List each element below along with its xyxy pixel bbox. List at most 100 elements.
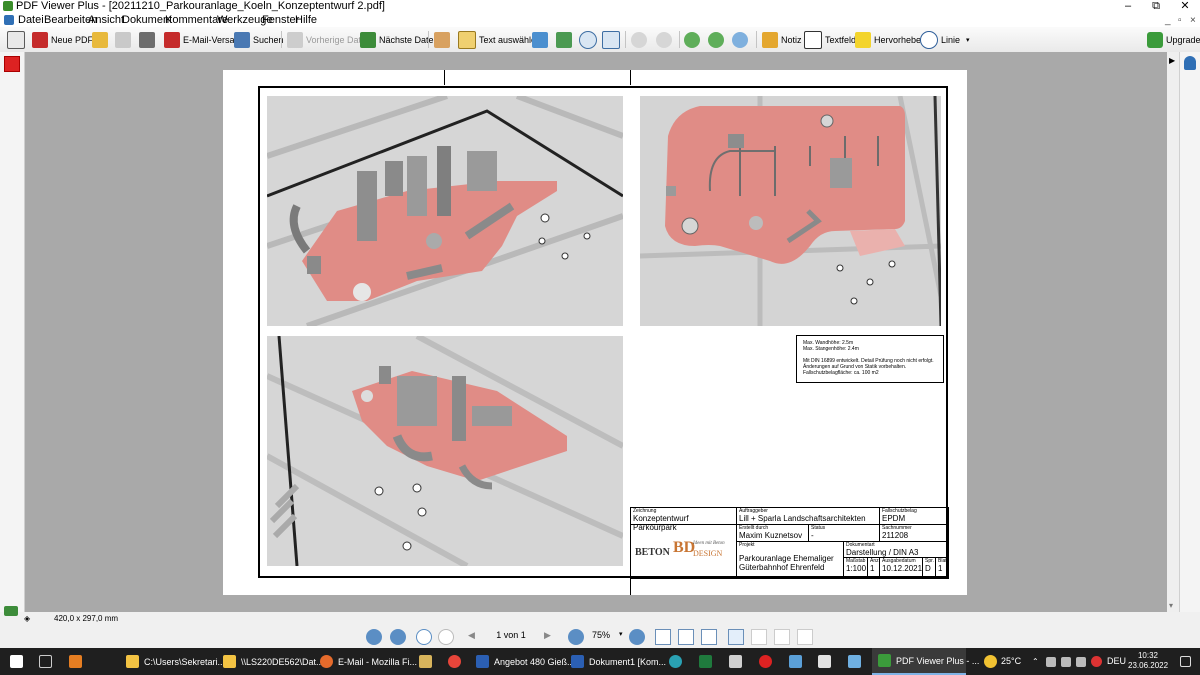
network-icon[interactable] bbox=[1046, 657, 1056, 667]
notifications-icon[interactable] bbox=[1180, 656, 1191, 667]
next-page-icon[interactable]: ▶ bbox=[544, 630, 551, 641]
vertical-scrollbar[interactable]: ▶ ▾ bbox=[1167, 52, 1179, 612]
prev-file-button[interactable]: Vorherige Datei bbox=[287, 30, 368, 49]
zoom-dropdown-icon[interactable]: ▾ bbox=[619, 630, 623, 638]
email-button[interactable]: E-Mail-Versand bbox=[164, 30, 245, 49]
thumbnails-icon[interactable] bbox=[4, 56, 20, 72]
taskbar-explorer-1[interactable]: C:\Users\Sekretari... bbox=[126, 648, 225, 675]
task-view-icon[interactable] bbox=[39, 655, 52, 668]
search-icon bbox=[234, 31, 250, 48]
prev-page-icon[interactable]: ◀ bbox=[468, 630, 475, 641]
redo-button[interactable] bbox=[656, 30, 675, 49]
hand-tool-button[interactable] bbox=[434, 30, 453, 49]
zoom-out-button[interactable] bbox=[708, 30, 727, 49]
start-icon[interactable] bbox=[10, 655, 23, 668]
zoom-in-nav-icon[interactable] bbox=[629, 629, 645, 645]
chevron-up-icon[interactable]: ⌃ bbox=[1032, 648, 1039, 675]
rotate-left-icon[interactable] bbox=[366, 629, 382, 645]
layers-button[interactable] bbox=[532, 30, 551, 49]
input-language[interactable]: DEU bbox=[1107, 648, 1126, 675]
next-file-button[interactable]: Nächste Datei bbox=[360, 30, 436, 49]
taskbar-explorer-2[interactable]: \\LS220DE562\Dat... bbox=[223, 648, 324, 675]
app-pinned-icon[interactable] bbox=[789, 655, 802, 668]
line-button[interactable]: Linie ▾ bbox=[920, 30, 970, 49]
page-indicator[interactable]: 1 von 1 bbox=[486, 630, 536, 640]
hand-icon bbox=[434, 31, 450, 48]
doc-close-icon[interactable]: × bbox=[1190, 14, 1196, 28]
two-page-icon[interactable] bbox=[774, 629, 790, 645]
minimize-button[interactable]: – bbox=[1118, 0, 1138, 13]
excel-icon[interactable] bbox=[699, 655, 712, 668]
settings-icon[interactable]: ◈ bbox=[24, 612, 30, 626]
menu-ansicht[interactable]: Ansicht bbox=[88, 13, 124, 27]
zoom-out-nav-icon[interactable] bbox=[568, 629, 584, 645]
zoom-select[interactable]: 75% bbox=[592, 630, 610, 640]
edge-icon[interactable] bbox=[669, 655, 682, 668]
single-page-icon[interactable] bbox=[728, 629, 744, 645]
clock[interactable]: 10:32 23.06.2022 bbox=[1128, 651, 1168, 671]
upgrade-button[interactable]: Upgrade bbox=[1147, 30, 1200, 49]
taskbar-word-dokument[interactable]: Dokument1 [Kom... bbox=[571, 648, 666, 675]
scroll-right-icon[interactable]: ▶ bbox=[1169, 56, 1175, 65]
textfield-button[interactable]: Textfeld bbox=[804, 30, 856, 49]
doc-minimize-icon[interactable]: _ bbox=[1165, 14, 1171, 28]
app-pinned-icon[interactable] bbox=[818, 655, 831, 668]
select-text-button[interactable]: Text auswählen bbox=[458, 30, 541, 49]
monitor-icon[interactable] bbox=[1061, 657, 1071, 667]
app-pinned-icon[interactable] bbox=[848, 655, 861, 668]
taskbar-pdf-viewer[interactable]: PDF Viewer Plus - ... bbox=[872, 648, 979, 675]
search-button[interactable]: Suchen bbox=[234, 30, 284, 49]
app-pinned-icon[interactable] bbox=[69, 655, 82, 668]
document-menu-icon[interactable] bbox=[4, 15, 14, 25]
cell-zeichnung: Zeichnung Konzeptentwurf Parkourpark bbox=[631, 508, 737, 532]
taskbar-thunderbird[interactable]: E-Mail - Mozilla Fi... bbox=[320, 648, 417, 675]
highlight-button[interactable]: Hervorheben bbox=[855, 30, 926, 49]
scroll-down-icon[interactable]: ▾ bbox=[1169, 601, 1173, 610]
fit-width-icon[interactable] bbox=[678, 629, 694, 645]
chrome-icon[interactable] bbox=[448, 655, 461, 668]
pdf-viewer-icon bbox=[878, 654, 891, 667]
weather-icon[interactable] bbox=[984, 655, 997, 668]
menu-hilfe[interactable]: Hilfe bbox=[295, 13, 317, 27]
undo-button[interactable] bbox=[631, 30, 650, 49]
open-button[interactable] bbox=[92, 30, 111, 49]
app-pinned-icon[interactable] bbox=[729, 655, 742, 668]
back-icon[interactable] bbox=[416, 629, 432, 645]
folder-icon bbox=[126, 655, 139, 668]
upgrade-icon bbox=[1147, 31, 1163, 48]
maximize-button[interactable]: ⧉ bbox=[1146, 0, 1166, 13]
actual-size-icon[interactable] bbox=[655, 629, 671, 645]
zoom-button[interactable] bbox=[732, 30, 751, 49]
image-button[interactable] bbox=[556, 30, 575, 49]
menu-datei[interactable]: Datei bbox=[18, 13, 44, 27]
menu-fenster[interactable]: Fenster bbox=[262, 13, 299, 27]
print-button[interactable] bbox=[139, 30, 158, 49]
close-button[interactable]: ✕ bbox=[1175, 0, 1195, 13]
forward-icon[interactable] bbox=[438, 629, 454, 645]
app-icon bbox=[3, 1, 13, 11]
fullscreen-icon[interactable] bbox=[797, 629, 813, 645]
title-block: Zeichnung Konzeptentwurf Parkourpark Auf… bbox=[630, 507, 949, 579]
new-pdf-button[interactable]: Neue PDF▾ bbox=[32, 30, 101, 49]
comments-icon[interactable] bbox=[4, 606, 18, 616]
zoom-in-button[interactable] bbox=[684, 30, 703, 49]
rotate-right-icon[interactable] bbox=[390, 629, 406, 645]
opera-icon[interactable] bbox=[759, 655, 772, 668]
continuous-icon[interactable] bbox=[751, 629, 767, 645]
dropdown-arrow-icon[interactable]: ▾ bbox=[966, 36, 970, 44]
value: Maxim Kuznetsov bbox=[739, 531, 803, 540]
app-pinned-icon[interactable] bbox=[419, 655, 432, 668]
taskbar-word-angebot[interactable]: Angebot 480 Gieß... bbox=[476, 648, 575, 675]
note-button[interactable]: Notiz bbox=[762, 30, 802, 49]
fit-page-icon[interactable] bbox=[701, 629, 717, 645]
crop-button[interactable] bbox=[602, 30, 623, 49]
select-tool-button[interactable] bbox=[579, 30, 600, 49]
doc-restore-icon[interactable]: ▫ bbox=[1178, 14, 1182, 28]
value: Parkouranlage Ehemaliger bbox=[739, 554, 834, 563]
user-icon[interactable] bbox=[1184, 56, 1196, 70]
temperature[interactable]: 25°C bbox=[1001, 648, 1021, 675]
save-button[interactable] bbox=[115, 30, 134, 49]
security-icon[interactable] bbox=[1091, 656, 1102, 667]
volume-icon[interactable] bbox=[1076, 657, 1086, 667]
edit-button[interactable] bbox=[7, 30, 28, 49]
